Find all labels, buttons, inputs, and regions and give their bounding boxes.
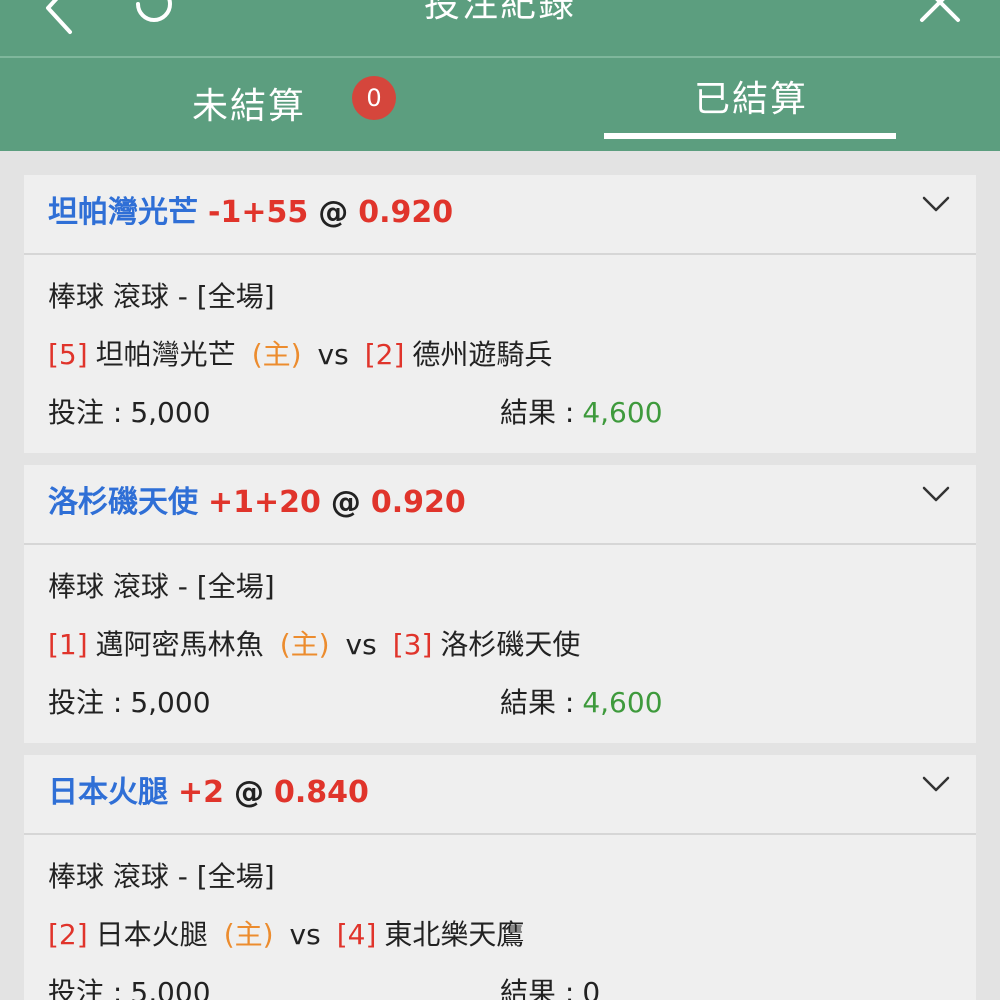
- home-team: 日本火腿: [95, 918, 208, 951]
- home-rank: [2]: [48, 918, 88, 951]
- bet-handicap: +2: [178, 775, 225, 810]
- stake-amount: 5,000: [130, 976, 211, 1000]
- away-team: 東北樂天鷹: [384, 918, 525, 951]
- bet-selection: 坦帕灣光芒 -1+55 @0.920: [48, 193, 453, 233]
- bet-team: 坦帕灣光芒: [48, 195, 198, 230]
- home-tag: (主): [223, 918, 274, 951]
- page-title: 投注紀錄: [423, 0, 576, 25]
- home-team: 坦帕灣光芒: [95, 338, 236, 371]
- sport-line: 棒球 滾球 - [全場]: [48, 860, 275, 893]
- stake-amount: 5,000: [130, 686, 211, 719]
- sport-line: 棒球 滾球 - [全場]: [48, 570, 275, 603]
- bet-selection: 洛杉磯天使 +1+20 @0.920: [48, 483, 466, 523]
- bet-card-body: 棒球 滾球 - [全場] [1] 邁阿密馬林魚 (主) vs [3] 洛杉磯天使 投注 :…: [24, 545, 976, 743]
- bet-card-header[interactable]: 日本火腿 +2 @0.840: [24, 755, 976, 835]
- bet-card-body: 棒球 滾球 - [全場] [2] 日本火腿 (主) vs [4] 東北樂天鷹 投注 : 5,…: [24, 835, 976, 1000]
- at-sign: @: [234, 775, 265, 810]
- stake-amount: 5,000: [130, 396, 211, 429]
- home-rank: [5]: [48, 338, 88, 371]
- bet-card: 坦帕灣光芒 -1+55 @0.920 棒球 滾球 - [全場] [5] 坦帕灣光芒 (主…: [24, 175, 976, 453]
- result-label: 結果 :: [500, 396, 575, 429]
- at-sign: @: [330, 485, 361, 520]
- bet-card-header[interactable]: 坦帕灣光芒 -1+55 @0.920: [24, 175, 976, 255]
- stake-line: 投注 :5,000: [48, 395, 211, 431]
- result-label: 結果 :: [500, 686, 575, 719]
- stake-line: 投注 : 5,000: [48, 975, 211, 1000]
- away-team: 德州遊騎兵: [412, 338, 553, 371]
- result-amount: 4,600: [582, 396, 663, 429]
- tab-bar: 未結算 0 已結算: [0, 58, 1000, 151]
- away-rank: [3]: [392, 628, 433, 661]
- bet-card-body: 棒球 滾球 - [全場] [5] 坦帕灣光芒 (主) vs [2] 德州遊騎兵 投注 :5…: [24, 255, 976, 453]
- vs-label: vs: [317, 338, 349, 371]
- matchup-line: [1] 邁阿密馬林魚 (主) vs [3] 洛杉磯天使: [48, 627, 580, 663]
- home-tag: (主): [279, 628, 330, 661]
- sport-line: 棒球 滾球 - [全場]: [48, 280, 275, 313]
- result-line: 結果 :4,600: [500, 395, 663, 431]
- stake-line: 投注 :5,000: [48, 685, 211, 721]
- vs-label: vs: [289, 918, 321, 951]
- chevron-down-icon[interactable]: [922, 775, 950, 793]
- away-rank: [2]: [364, 338, 405, 371]
- unsettled-count-badge: 0: [352, 76, 396, 120]
- header-bar: 投注紀錄: [0, 0, 1000, 58]
- bet-card-header[interactable]: 洛杉磯天使 +1+20 @0.920: [24, 465, 976, 545]
- result-line: 結果 :4,600: [500, 685, 663, 721]
- bet-history-screen: 投注紀錄 未結算 0 已結算 坦帕灣光芒 -1+55 @0.920 棒球 滾球 - …: [0, 0, 1000, 1000]
- away-team: 洛杉磯天使: [440, 628, 581, 661]
- result-line: 結果 : 0: [500, 975, 600, 1000]
- home-team: 邁阿密馬林魚: [95, 628, 264, 661]
- stake-label: 投注 :: [48, 686, 123, 719]
- tab-settled-label: 已結算: [694, 79, 809, 120]
- result-amount: 0: [582, 976, 601, 1000]
- bet-selection: 日本火腿 +2 @0.840: [48, 773, 369, 813]
- stake-label: 投注 :: [48, 396, 123, 429]
- bet-team: 日本火腿: [48, 775, 168, 810]
- tab-unsettled-label: 未結算: [192, 86, 307, 127]
- away-rank: [4]: [336, 918, 377, 951]
- tab-settled[interactable]: 已結算: [500, 58, 1000, 151]
- chevron-down-icon[interactable]: [922, 485, 950, 503]
- active-tab-indicator: [604, 133, 896, 139]
- bet-team: 洛杉磯天使: [48, 485, 198, 520]
- home-rank: [1]: [48, 628, 88, 661]
- bet-odds: 0.840: [274, 775, 369, 810]
- matchup-line: [5] 坦帕灣光芒 (主) vs [2] 德州遊騎兵: [48, 337, 552, 373]
- bet-odds: 0.920: [370, 485, 466, 520]
- bet-card: 日本火腿 +2 @0.840 棒球 滾球 - [全場] [2] 日本火腿 (主) vs [4…: [24, 755, 976, 1000]
- bet-card: 洛杉磯天使 +1+20 @0.920 棒球 滾球 - [全場] [1] 邁阿密馬林魚 (…: [24, 465, 976, 743]
- at-sign: @: [318, 195, 349, 230]
- close-icon[interactable]: [916, 0, 964, 26]
- home-tag: (主): [251, 338, 302, 371]
- bet-handicap: +1+20: [208, 485, 321, 520]
- bet-odds: 0.920: [358, 195, 454, 230]
- vs-label: vs: [345, 628, 377, 661]
- chevron-down-icon[interactable]: [922, 195, 950, 213]
- matchup-line: [2] 日本火腿 (主) vs [4] 東北樂天鷹: [48, 917, 524, 953]
- result-label: 結果 :: [500, 976, 575, 1000]
- bet-handicap: -1+55: [208, 195, 309, 230]
- result-amount: 4,600: [582, 686, 663, 719]
- tab-unsettled[interactable]: 未結算 0: [0, 58, 500, 151]
- stake-label: 投注 :: [48, 976, 123, 1000]
